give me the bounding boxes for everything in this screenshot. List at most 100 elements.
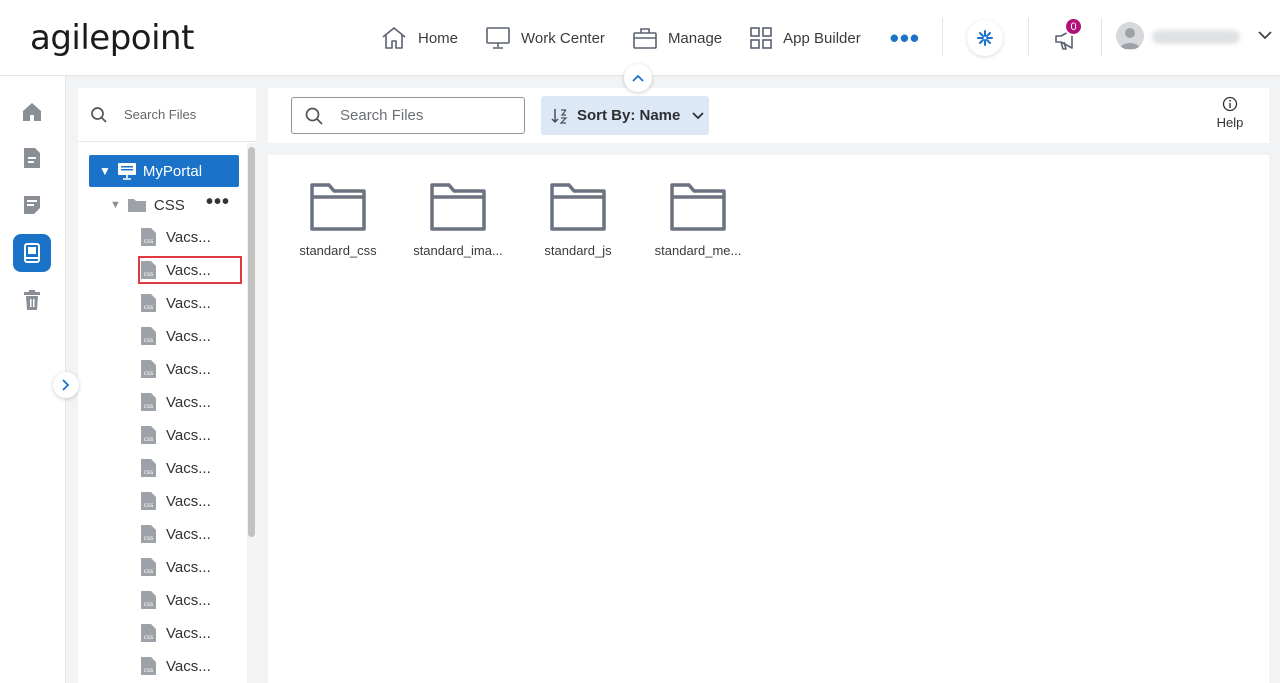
css-file-icon-text: css [144, 304, 154, 311]
tree-file-item[interactable]: css Vacs... [140, 423, 240, 447]
css-file-icon-text: css [144, 634, 154, 641]
chevron-down-icon [692, 111, 704, 119]
forms-icon [24, 196, 40, 214]
css-file-icon: css [141, 261, 156, 279]
css-file-icon: css [141, 492, 156, 510]
tree-scrollbar-thumb[interactable] [248, 147, 255, 537]
expanded-caret-icon[interactable]: ▼ [110, 199, 121, 211]
tree-file-item[interactable]: css Vacs... [140, 225, 240, 249]
chevron-down-icon[interactable] [1258, 30, 1272, 40]
tree-file-item[interactable]: css Vacs... [140, 291, 240, 315]
tree-file-label: Vacs... [166, 393, 211, 411]
rail-trash[interactable] [13, 281, 51, 319]
folder-item[interactable]: standard_me... [648, 181, 748, 258]
rail-file-library[interactable] [13, 234, 51, 272]
tree-file-item[interactable]: css Vacs... [140, 654, 240, 678]
tree-file-item[interactable]: css Vacs... [140, 555, 240, 579]
chevron-up-icon [632, 74, 644, 82]
help-label: Help [1216, 115, 1244, 130]
tree-file-label: Vacs... [166, 558, 211, 576]
nav-work-center[interactable]: Work Center [485, 26, 605, 50]
search-icon [305, 107, 323, 125]
sort-button[interactable]: Sort By: Name [541, 96, 709, 135]
sparkle-icon [977, 30, 993, 46]
user-avatar[interactable] [1116, 22, 1144, 50]
info-icon [1222, 96, 1238, 112]
briefcase-icon [633, 28, 657, 49]
chevron-right-icon [62, 379, 70, 391]
css-file-icon: css [141, 459, 156, 477]
rail-home[interactable] [13, 93, 51, 131]
home-icon [382, 27, 406, 49]
folder-label: standard_js [544, 243, 612, 258]
css-file-icon-text: css [144, 601, 154, 608]
css-file-icon-text: css [144, 568, 154, 575]
tree-file-label: Vacs... [166, 426, 211, 444]
nav-manage[interactable]: Manage [632, 26, 722, 50]
notification-count-badge: 0 [1064, 17, 1083, 36]
css-file-icon: css [141, 525, 156, 543]
folder-label: standard_ima... [413, 243, 503, 258]
tree-folder-label: CSS [153, 196, 185, 214]
tree-root-label: MyPortal [142, 162, 203, 180]
header-divider [1028, 18, 1029, 56]
user-name-redacted [1152, 30, 1240, 44]
css-file-icon: css [141, 591, 156, 609]
agilepoint-logo[interactable]: agilepoint [30, 18, 194, 58]
css-file-icon-text: css [144, 271, 154, 278]
tree-file-item[interactable]: css Vacs... [140, 456, 240, 480]
tree-folder-css[interactable]: ▼ CSS ••• [110, 191, 250, 217]
rail-forms[interactable] [13, 186, 51, 224]
more-menu-button[interactable]: ••• [890, 25, 920, 51]
tree-file-item[interactable]: css Vacs... [140, 357, 240, 381]
tree-file-item[interactable]: css Vacs... [140, 390, 240, 414]
tree-file-label: Vacs... [166, 327, 211, 345]
expanded-caret-icon[interactable]: ▼ [99, 164, 111, 178]
help-button[interactable]: Help [1210, 96, 1250, 130]
file-tree-panel: Search Files ▼ MyPortal ▼ CSS ••• css Vac… [78, 88, 256, 683]
tree-file-item[interactable]: css Vacs... [140, 522, 240, 546]
css-file-icon: css [141, 393, 156, 411]
monitor-icon [486, 27, 510, 49]
tree-root-myportal[interactable]: ▼ MyPortal [89, 155, 239, 187]
document-icon [24, 148, 40, 168]
ai-assistant-button[interactable] [967, 20, 1003, 56]
nav-home-label: Home [418, 29, 459, 47]
header-divider [1101, 18, 1102, 56]
nav-home[interactable]: Home [380, 26, 458, 50]
tree-file-label: Vacs... [166, 459, 211, 477]
tree-file-label: Vacs... [166, 525, 211, 543]
folder-item[interactable]: standard_js [528, 181, 628, 258]
css-file-icon-text: css [144, 403, 154, 410]
tree-file-item[interactable]: css Vacs... [140, 489, 240, 513]
main-nav: Home Work Center Manage App Builder ••• [380, 22, 920, 54]
nav-work-center-label: Work Center [521, 29, 605, 47]
folder-more-button[interactable]: ••• [206, 191, 230, 214]
tree-file-item[interactable]: css Vacs... [140, 621, 240, 645]
folder-icon [310, 183, 366, 231]
rail-documents[interactable] [13, 139, 51, 177]
tree-search[interactable]: Search Files [78, 88, 256, 142]
nav-manage-label: Manage [667, 29, 723, 47]
folder-grid: standard_css standard_ima... standard_js… [268, 155, 1269, 683]
tree-file-item[interactable]: css Vacs... [140, 324, 240, 348]
folder-icon [127, 199, 146, 212]
search-input[interactable]: Search Files [291, 97, 525, 134]
tree-scrollbar[interactable] [247, 143, 256, 683]
css-file-icon-text: css [144, 370, 154, 377]
folder-item[interactable]: standard_ima... [408, 181, 508, 258]
tree-file-item[interactable]: css Vacs... [140, 588, 240, 612]
css-file-icon-text: css [144, 502, 154, 509]
css-file-icon: css [141, 657, 156, 675]
css-file-icon-text: css [144, 436, 154, 443]
folder-item[interactable]: standard_css [288, 181, 388, 258]
folder-icon [550, 183, 606, 231]
sort-icon [551, 108, 568, 124]
collapse-header-button[interactable] [624, 64, 652, 92]
tree-file-item[interactable]: css Vacs... [138, 256, 242, 284]
nav-app-builder[interactable]: App Builder [749, 26, 861, 50]
css-file-icon: css [141, 327, 156, 345]
folder-label: standard_me... [654, 243, 742, 258]
nav-app-builder-label: App Builder [783, 29, 861, 47]
expand-rail-button[interactable] [53, 372, 79, 398]
